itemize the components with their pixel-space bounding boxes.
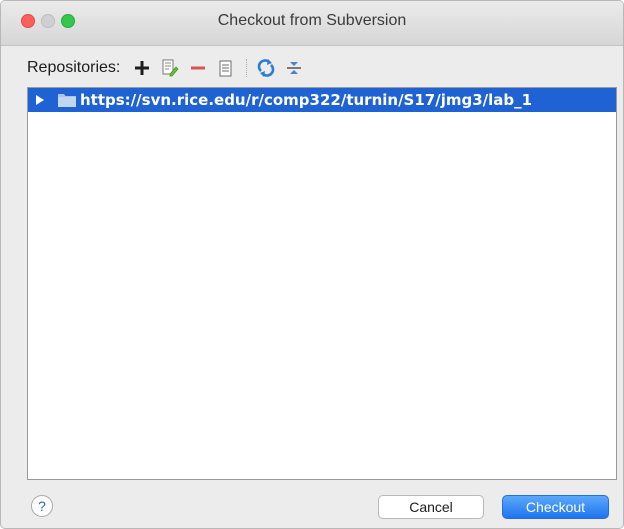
checkout-dialog: Checkout from Subversion Repositories: h… xyxy=(0,0,624,529)
toolbar-separator xyxy=(246,59,248,77)
minus-icon xyxy=(191,66,206,70)
repository-url: https://svn.rice.edu/r/comp322/turnin/S1… xyxy=(80,91,533,109)
folder-icon xyxy=(58,94,76,107)
edit-icon xyxy=(162,59,179,77)
expand-arrow-icon[interactable] xyxy=(36,95,46,105)
collapse-all-button[interactable] xyxy=(282,56,306,80)
add-repository-button[interactable] xyxy=(130,56,154,80)
repositories-toolbar: Repositories: xyxy=(27,55,310,81)
remove-repository-button[interactable] xyxy=(186,56,210,80)
collapse-icon xyxy=(287,62,302,74)
repositories-label: Repositories: xyxy=(27,59,121,76)
plus-icon xyxy=(135,61,150,75)
document-icon xyxy=(219,60,232,76)
checkout-button[interactable]: Checkout xyxy=(502,495,609,519)
window-title: Checkout from Subversion xyxy=(217,12,407,29)
refresh-icon xyxy=(258,59,275,77)
browse-repository-button[interactable] xyxy=(214,56,238,80)
help-button[interactable]: ? xyxy=(31,495,53,517)
repository-row[interactable]: https://svn.rice.edu/r/comp322/turnin/S1… xyxy=(28,88,616,112)
cancel-button[interactable]: Cancel xyxy=(378,495,484,519)
repository-list[interactable]: https://svn.rice.edu/r/comp322/turnin/S1… xyxy=(27,87,617,480)
refresh-button[interactable] xyxy=(254,56,278,80)
edit-repository-button[interactable] xyxy=(158,56,182,80)
title-bar: Checkout from Subversion xyxy=(1,1,623,46)
